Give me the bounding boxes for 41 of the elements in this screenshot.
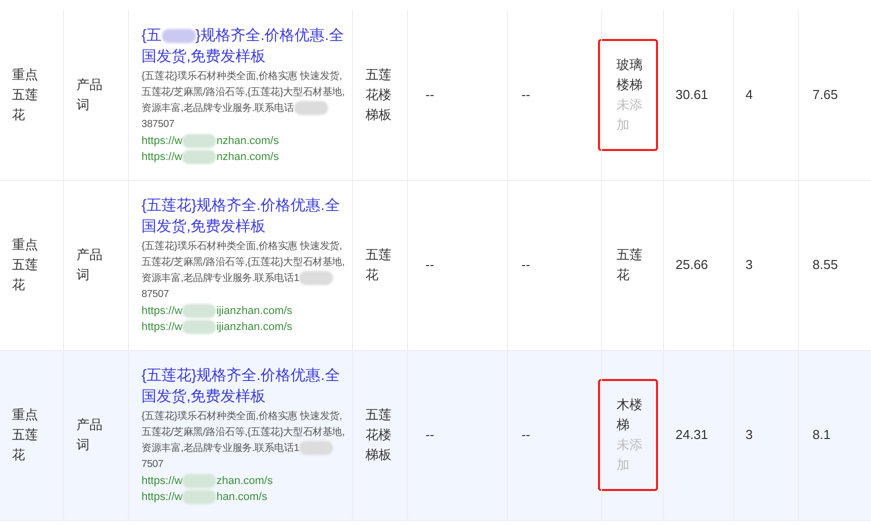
count-value: 4	[746, 86, 753, 102]
keyword-text: 五莲花	[366, 246, 392, 284]
type-text: 产品词	[76, 76, 104, 114]
status-text: 未添加	[616, 436, 644, 474]
count-value: 3	[746, 257, 753, 272]
group-text: 重点五莲花	[12, 66, 39, 124]
empty-value: --	[522, 257, 530, 272]
matched-keyword: 木楼梯	[616, 396, 644, 434]
ad-description: {五莲花}璞乐石材种类全面,价格实惠 快速发货,五莲花/芝麻黑/路沿石等,{五莲花}大型石材基地,资源丰富,老品牌专业服务.联系电话1 87507	[142, 240, 346, 302]
score-value: 24.31	[676, 427, 708, 442]
ad-url: https://w nzhan.com/s	[142, 148, 280, 165]
ad-url: https://w nzhan.com/s	[142, 132, 280, 149]
ad-url: https://w ijianzhan.com/s	[142, 303, 294, 319]
group-text: 重点五莲花	[12, 406, 39, 464]
count-value: 3	[746, 427, 753, 442]
ad-description: {五莲花}璞乐石材种类全面,价格实惠 快速发货,五莲花/芝麻黑/路沿石等,{五莲花}大型石材基地,资源丰富,老品牌专业服务.联系电话 387507	[142, 70, 346, 132]
empty-value: --	[426, 257, 434, 272]
group-text: 重点五莲花	[12, 236, 39, 294]
ratio-value: 8.1	[812, 427, 831, 442]
matched-keyword: 五莲花	[616, 246, 644, 284]
ad-description: {五莲花}璞乐石材种类全面,价格实惠 快速发货,五莲花/芝麻黑/路沿石等,{五莲花}大型石材基地,资源丰富,老品牌专业服务.联系电话1 7507	[142, 410, 346, 472]
ad-title[interactable]: {五莲花}规格齐全.价格优惠.全国发货,免费发样板	[142, 365, 348, 407]
empty-value: --	[522, 86, 530, 102]
score-value: 25.66	[676, 257, 708, 272]
ad-url: https://w ijianzhan.com/s	[142, 319, 294, 335]
score-value: 30.61	[676, 86, 708, 102]
ad-url: https://w han.com/s	[142, 489, 268, 505]
matched-keyword: 玻璃楼梯	[616, 56, 644, 94]
ad-url: https://w zhan.com/s	[142, 473, 274, 489]
empty-value: --	[522, 427, 530, 442]
keyword-text: 五莲花楼梯板	[366, 66, 392, 124]
ad-title[interactable]: {五莲花}规格齐全.价格优惠.全国发货,免费发样板	[142, 195, 348, 237]
ad-title[interactable]: {五 }规格齐全.价格优惠.全国发货,免费发样板	[142, 24, 348, 67]
ratio-value: 8.55	[812, 257, 838, 272]
keyword-text: 五莲花楼梯板	[366, 406, 392, 464]
status-text: 未添加	[616, 96, 644, 134]
empty-value: --	[426, 86, 434, 102]
type-text: 产品词	[76, 246, 104, 284]
empty-value: --	[426, 427, 434, 442]
ratio-value: 7.65	[812, 86, 838, 102]
type-text: 产品词	[76, 416, 104, 454]
